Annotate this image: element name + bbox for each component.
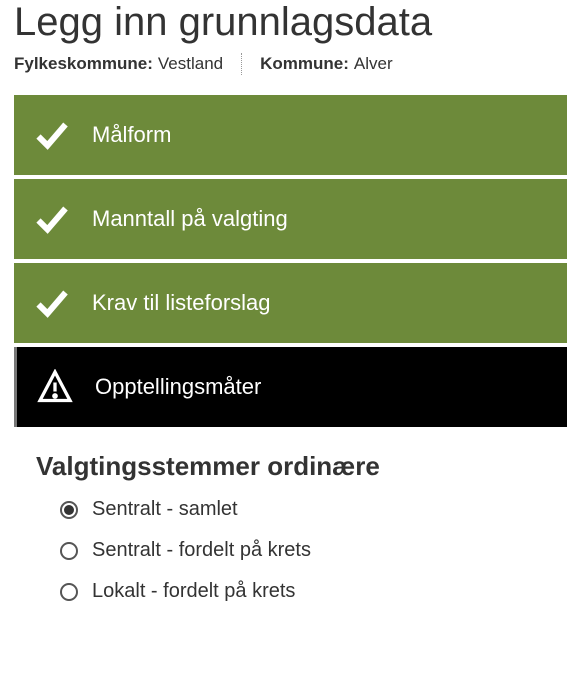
step-label: Opptellingsmåter (95, 374, 261, 400)
radio-input[interactable] (60, 583, 78, 601)
radio-option-sentralt-fordelt[interactable]: Sentralt - fordelt på krets (60, 539, 545, 562)
radio-label: Sentralt - fordelt på krets (92, 539, 311, 562)
radio-input[interactable] (60, 501, 78, 519)
check-icon (34, 201, 70, 237)
check-icon (34, 117, 70, 153)
meta-row: Fylkeskommune: Vestland Kommune: Alver (0, 53, 581, 95)
step-listeforslag[interactable]: Krav til listeforslag (14, 263, 567, 343)
check-icon (34, 285, 70, 321)
kommune-label: Kommune: (260, 54, 349, 74)
section-heading: Valgtingsstemmer ordinære (36, 451, 545, 482)
radio-option-lokalt-fordelt[interactable]: Lokalt - fordelt på krets (60, 580, 545, 603)
radio-input[interactable] (60, 542, 78, 560)
meta-kommune: Kommune: Alver (260, 54, 393, 74)
meta-fylkeskommune: Fylkeskommune: Vestland (14, 54, 223, 74)
meta-divider (241, 53, 242, 75)
warning-icon (37, 369, 73, 405)
step-label: Krav til listeforslag (92, 290, 271, 316)
kommune-value: Alver (354, 54, 393, 74)
step-manntall[interactable]: Manntall på valgting (14, 179, 567, 259)
step-label: Målform (92, 122, 171, 148)
radio-group-valgtingsstemmer: Sentralt - samlet Sentralt - fordelt på … (36, 498, 545, 603)
radio-label: Lokalt - fordelt på krets (92, 580, 295, 603)
steps-list: Målform Manntall på valgting Krav til li… (0, 95, 581, 427)
step-opptelling[interactable]: Opptellingsmåter (14, 347, 567, 427)
fylkeskommune-label: Fylkeskommune: (14, 54, 153, 74)
page-title: Legg inn grunnlagsdata (0, 0, 581, 53)
step-label: Manntall på valgting (92, 206, 288, 232)
radio-option-sentralt-samlet[interactable]: Sentralt - samlet (60, 498, 545, 521)
fylkeskommune-value: Vestland (158, 54, 223, 74)
content-panel: Valgtingsstemmer ordinære Sentralt - sam… (0, 431, 581, 613)
step-malform[interactable]: Målform (14, 95, 567, 175)
radio-label: Sentralt - samlet (92, 498, 238, 521)
